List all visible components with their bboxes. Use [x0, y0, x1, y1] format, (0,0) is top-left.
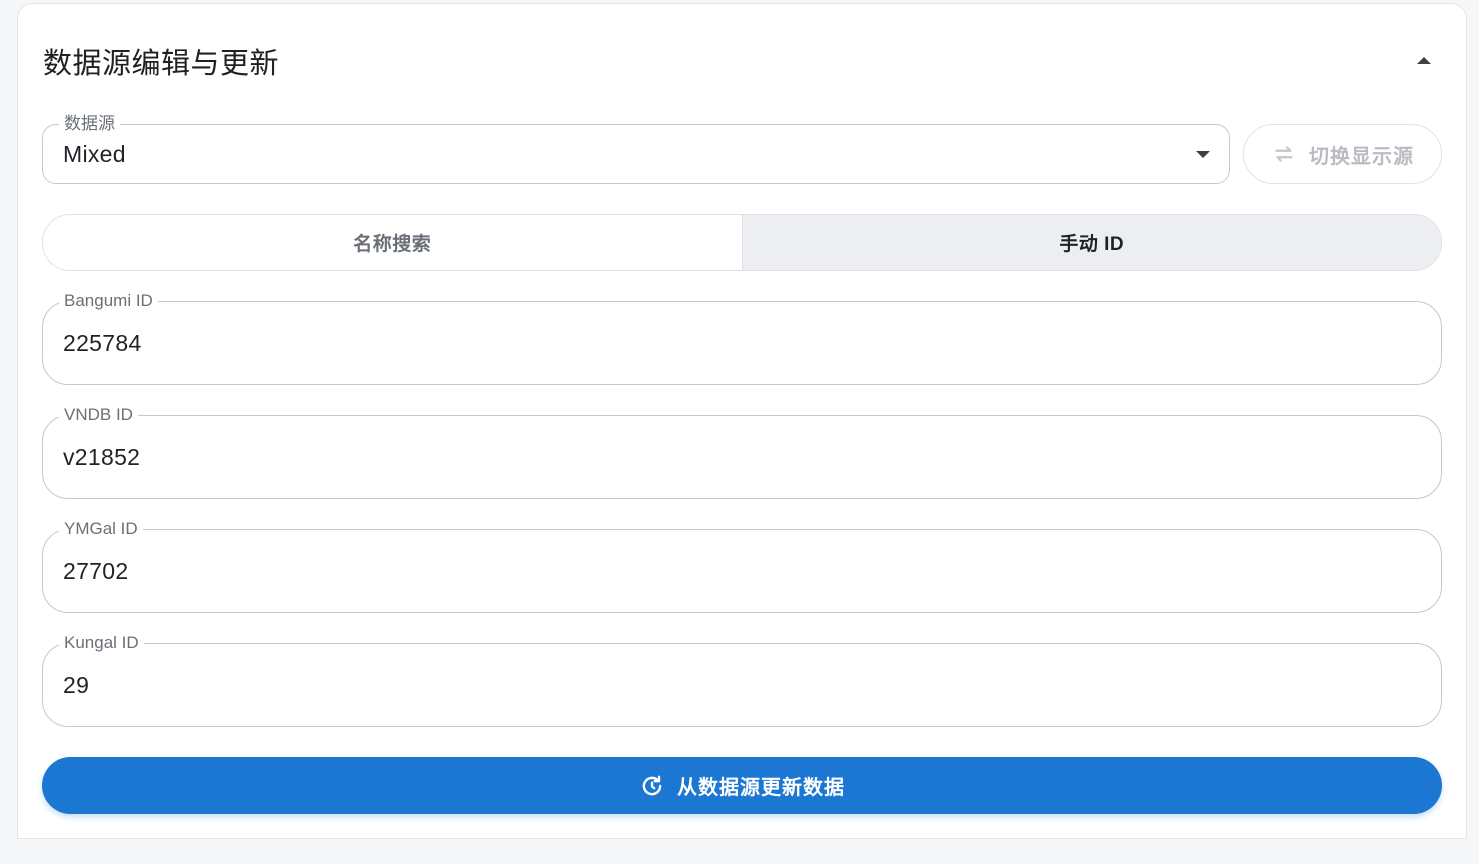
switch-display-source-button[interactable]: 切换显示源: [1243, 124, 1442, 184]
ymgal-id-label: YMGal ID: [59, 519, 143, 539]
datasource-value: Mixed: [63, 141, 126, 167]
datasource-select[interactable]: 数据源 Mixed: [42, 114, 1230, 184]
vndb-id-label: VNDB ID: [59, 405, 138, 425]
panel-header[interactable]: 数据源编辑与更新: [18, 4, 1466, 110]
ymgal-id-value: 27702: [63, 558, 129, 584]
collapse-button[interactable]: [1412, 48, 1436, 72]
bangumi-id-label: Bangumi ID: [59, 291, 158, 311]
kungal-id-value: 29: [63, 672, 90, 698]
vndb-id-field[interactable]: VNDB ID v21852: [42, 405, 1442, 499]
kungal-id-field[interactable]: Kungal ID 29: [42, 633, 1442, 727]
bangumi-id-field[interactable]: Bangumi ID 225784: [42, 291, 1442, 385]
refresh-icon: [642, 775, 662, 795]
bangumi-id-value: 225784: [63, 330, 142, 356]
tab-manual-id[interactable]: 手动 ID: [741, 215, 1441, 270]
kungal-id-label: Kungal ID: [59, 633, 144, 653]
update-from-source-button[interactable]: 从数据源更新数据: [42, 757, 1442, 814]
chevron-up-icon: [1417, 56, 1431, 64]
datasource-label: 数据源: [59, 114, 120, 134]
vndb-id-value: v21852: [63, 444, 141, 470]
panel-title: 数据源编辑与更新: [43, 48, 280, 80]
chevron-down-icon[interactable]: [1196, 151, 1210, 158]
datasource-panel: 数据源编辑与更新 数据源 Mixed 切换显示源 名称搜索 手动 ID Bang…: [17, 3, 1467, 839]
switch-display-source-label: 切换显示源: [1309, 145, 1414, 168]
search-mode-tabs: 名称搜索 手动 ID: [42, 214, 1442, 271]
swap-horizontal-icon: [1275, 146, 1293, 162]
tab-name-search[interactable]: 名称搜索: [43, 215, 742, 270]
update-from-source-label: 从数据源更新数据: [677, 777, 845, 799]
ymgal-id-field[interactable]: YMGal ID 27702: [42, 519, 1442, 613]
